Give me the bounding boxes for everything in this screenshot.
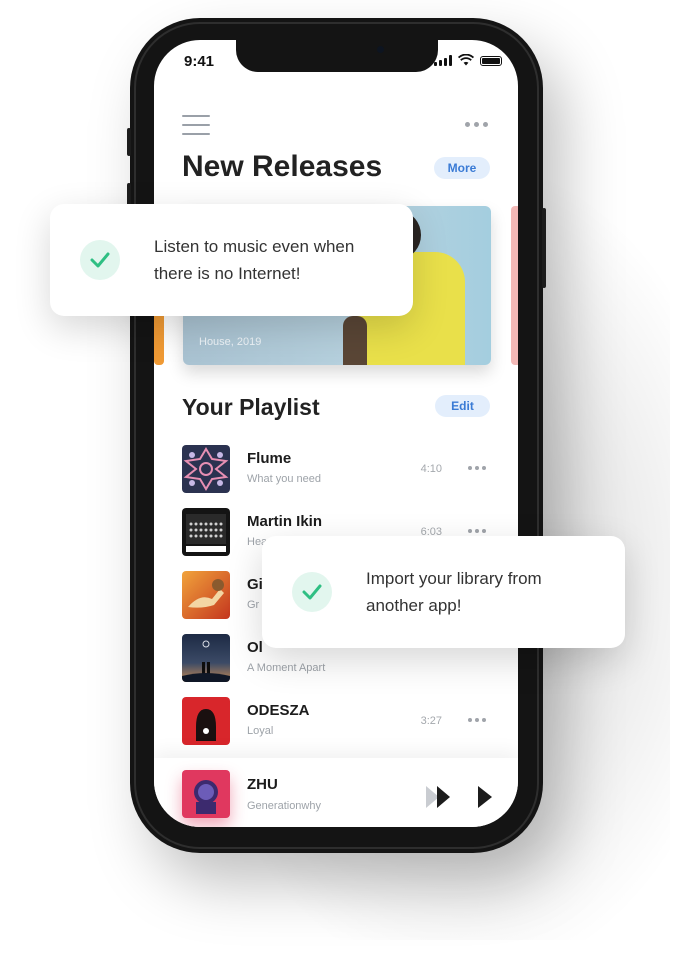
offline-toast: Listen to music even when there is no In… — [50, 204, 413, 316]
track-artist: ODESZA — [247, 702, 310, 719]
notch — [236, 40, 438, 72]
now-playing-bar[interactable]: ZHU Generationwhy — [154, 758, 518, 827]
page-title: New Releases — [182, 150, 383, 183]
signal-icon — [434, 55, 452, 66]
track-duration: 3:27 — [420, 715, 442, 727]
track-duration: 4:10 — [420, 463, 442, 475]
album-art — [182, 508, 230, 556]
check-icon — [292, 572, 332, 612]
track-row[interactable]: ODESZA Loyal 3:27 — [182, 697, 492, 745]
import-toast-text: Import your library from another app! — [366, 565, 542, 619]
album-art — [182, 445, 230, 493]
track-title: A Moment Apart — [247, 662, 326, 674]
check-icon — [80, 240, 120, 280]
release-meta: House, 2019 — [199, 336, 262, 348]
track-title: Loyal — [247, 725, 274, 737]
track-artist: Ol — [247, 639, 263, 656]
track-artist: Martin Ikin — [247, 513, 323, 530]
silent-switch — [127, 128, 131, 156]
album-art — [182, 697, 230, 745]
track-title: What you need — [247, 473, 321, 485]
more-button[interactable]: More — [434, 157, 490, 179]
wifi-icon — [458, 54, 474, 66]
album-art — [182, 571, 230, 619]
status-time: 9:41 — [184, 53, 215, 70]
more-icon[interactable] — [465, 122, 488, 127]
track-title: Gr — [247, 599, 260, 611]
offline-toast-line1: Listen to music even when — [154, 237, 355, 256]
playlist-title: Your Playlist — [182, 394, 320, 420]
next-release-card[interactable] — [511, 206, 518, 365]
now-playing-artist: ZHU — [247, 776, 278, 793]
status-icons — [434, 54, 502, 66]
album-art — [182, 634, 230, 682]
import-toast: Import your library from another app! — [262, 536, 625, 648]
phone-screen: 9:41 New Releases More House, 2019 Your … — [154, 40, 518, 827]
track-more-icon[interactable] — [468, 529, 486, 533]
cover-arm — [343, 316, 367, 365]
camera — [377, 46, 384, 53]
menu-icon[interactable] — [182, 115, 210, 142]
fast-forward-icon[interactable] — [426, 786, 454, 808]
offline-toast-line2: there is no Internet! — [154, 264, 301, 283]
power-button — [542, 208, 546, 288]
track-artist: Flume — [247, 450, 292, 467]
track-row[interactable]: Flume What you need 4:10 — [182, 445, 492, 493]
import-toast-line2: another app! — [366, 596, 462, 615]
import-toast-line1: Import your library from — [366, 569, 542, 588]
now-playing-title: Generationwhy — [247, 800, 321, 812]
play-icon[interactable] — [478, 786, 494, 808]
phone-frame: 9:41 New Releases More House, 2019 Your … — [127, 18, 546, 853]
offline-toast-text: Listen to music even when there is no In… — [154, 233, 354, 287]
battery-icon — [480, 56, 502, 66]
edit-button[interactable]: Edit — [435, 395, 490, 417]
now-playing-art — [182, 770, 230, 818]
track-more-icon[interactable] — [468, 466, 486, 470]
track-more-icon[interactable] — [468, 718, 486, 722]
track-artist: Gi — [247, 576, 263, 593]
